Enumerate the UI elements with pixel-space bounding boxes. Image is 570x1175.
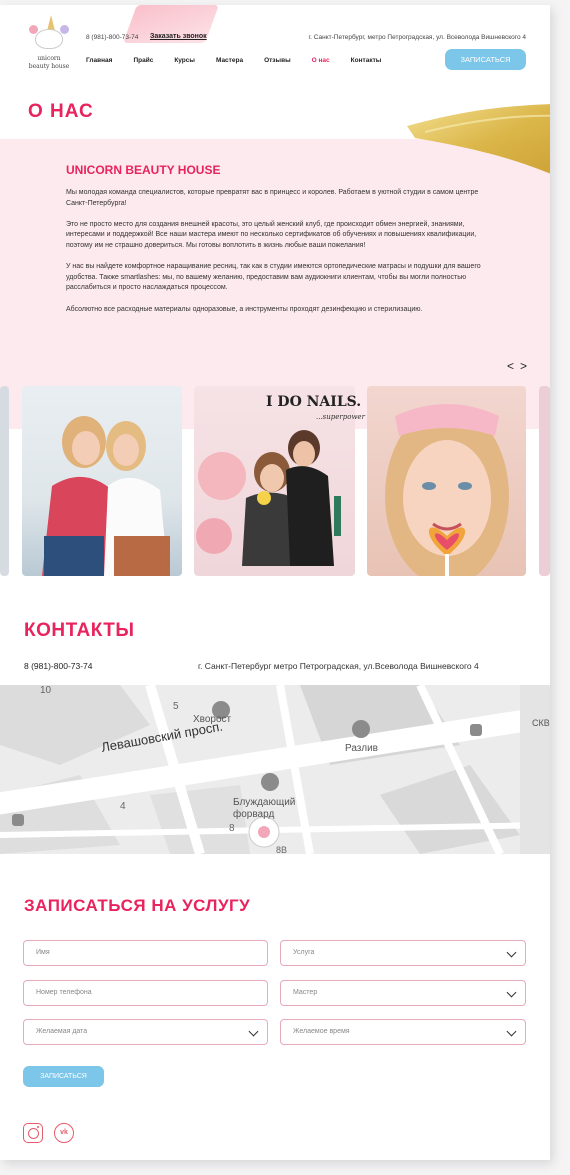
date-select[interactable]: Желаемая дата [23, 1019, 268, 1045]
booking-submit-button[interactable]: ЗАПИСАТЬСЯ [23, 1066, 104, 1087]
nav-item-about[interactable]: О нас [312, 57, 330, 64]
date-select-label: Желаемая дата [36, 1028, 88, 1035]
logo-text: unicorn [37, 55, 61, 62]
map-place-label: Блуждающий форвард [233, 797, 296, 820]
master-select[interactable]: Мастер [280, 980, 526, 1006]
logo-flower [60, 25, 69, 34]
about-title: О НАС [28, 101, 94, 122]
master-select-label: Мастер [293, 989, 318, 996]
nav-item-contacts[interactable]: Контакты [351, 57, 382, 64]
photo-portrait-illustration [385, 404, 509, 576]
map-house-number: 8В [276, 845, 288, 854]
page: unicorn beauty house 8 (981)-800-73-74 З… [0, 5, 550, 1160]
carousel-next-arrow[interactable]: > [520, 359, 527, 373]
carousel-photo-portrait[interactable] [367, 386, 526, 576]
map-place-label: Хворост [193, 714, 232, 725]
map-house-number: 8 [229, 823, 235, 834]
brand-title: UNICORN BEAUTY HOUSE [66, 163, 221, 177]
instagram-icon[interactable] [23, 1123, 43, 1143]
vk-icon[interactable]: vk [54, 1123, 74, 1143]
map-canvas [0, 685, 550, 854]
name-input[interactable]: Имя [23, 940, 268, 966]
carousel-prev-arrow[interactable]: < [507, 359, 514, 373]
about-paragraph: У нас вы найдете комфортное наращивание … [66, 263, 481, 292]
service-select[interactable]: Услуга [280, 940, 526, 966]
logo[interactable]: unicorn beauty house [26, 13, 72, 73]
nav-item-home[interactable]: Главная [86, 57, 112, 64]
service-select-label: Услуга [293, 949, 315, 956]
photo-caption: I DO NAILS. [266, 394, 362, 410]
map-house-number: 4 [120, 801, 126, 812]
chevron-down-icon [506, 947, 517, 958]
header-phone[interactable]: 8 (981)-800-73-74 [86, 34, 138, 41]
map[interactable]: Левашовский просп. Хворост Разлив Блужда… [0, 685, 550, 854]
nav-item-courses[interactable]: Курсы [174, 57, 195, 64]
chevron-down-icon [506, 987, 517, 998]
booking-title: ЗАПИСАТЬСЯ НА УСЛУГУ [24, 896, 251, 915]
carousel-photo-partial [539, 386, 550, 576]
carousel-photo-partial [0, 386, 9, 576]
contacts-phone[interactable]: 8 (981)-800-73-74 [24, 661, 93, 671]
callback-link[interactable]: Заказать звонок [150, 33, 207, 40]
about-paragraph: Абсолютно все расходные материалы однора… [66, 305, 423, 313]
phone-input[interactable]: Номер телефона [23, 980, 268, 1006]
nav-item-masters[interactable]: Мастера [216, 57, 243, 64]
carousel-photo-team[interactable] [22, 386, 182, 576]
about-paragraph: Это не просто место для создания внешней… [66, 220, 477, 249]
map-house-number: 5 [173, 701, 179, 712]
chevron-down-icon [506, 1026, 517, 1037]
contacts-title: КОНТАКТЫ [24, 620, 135, 641]
chevron-down-icon [248, 1026, 259, 1037]
about-paragraph: Мы молодая команда специалистов, которые… [66, 189, 479, 207]
time-select[interactable]: Желаемое время [280, 1019, 526, 1045]
map-edge-label: СКВ [532, 718, 550, 728]
photo-team-illustration [42, 416, 170, 576]
header-address: г. Санкт-Петербург, метро Петроградская,… [308, 34, 526, 41]
gold-brush-stroke [407, 104, 550, 174]
unicorn-head-icon [35, 29, 63, 49]
photo-subcaption: ...superpower [316, 413, 365, 421]
logo-text: beauty house [28, 63, 70, 70]
time-select-label: Желаемое время [293, 1028, 350, 1035]
main-nav: Главная Прайс Курсы Мастера Отзывы О нас… [86, 57, 402, 64]
header-book-button[interactable]: ЗАПИСАТЬСЯ [445, 49, 526, 70]
nav-item-reviews[interactable]: Отзывы [264, 57, 291, 64]
about-text: Мы молодая команда специалистов, которые… [66, 188, 496, 326]
map-place-label: Разлив [345, 743, 378, 754]
map-house-number: 10 [40, 685, 52, 696]
nav-item-price[interactable]: Прайс [133, 57, 153, 64]
contacts-address: г. Санкт-Петербург метро Петроградская, … [198, 661, 479, 671]
